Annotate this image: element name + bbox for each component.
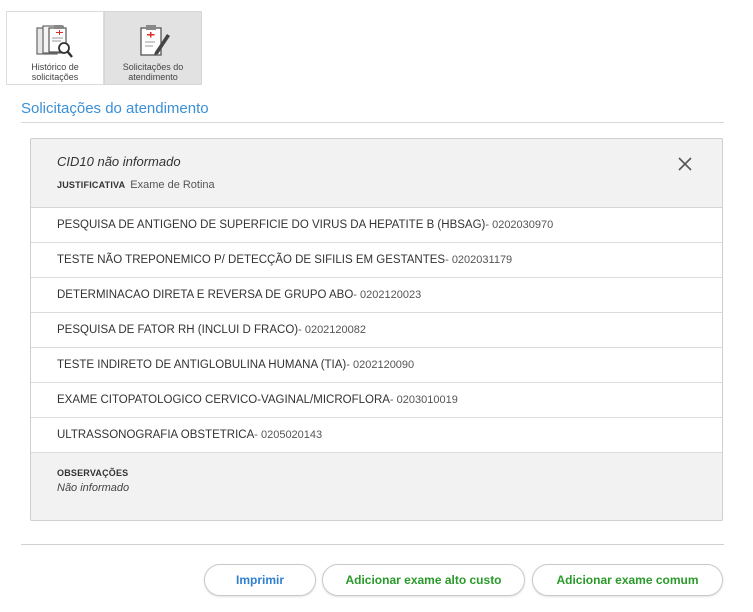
tab-solicitacoes-atendimento[interactable]: Solicitações do atendimento bbox=[104, 11, 202, 85]
footer-divider bbox=[21, 544, 724, 545]
exam-row: ULTRASSONOGRAFIA OBSTETRICA - 0205020143 bbox=[31, 418, 722, 453]
exam-name: ULTRASSONOGRAFIA OBSTETRICA bbox=[57, 429, 255, 441]
add-common-exam-button[interactable]: Adicionar exame comum bbox=[532, 564, 723, 596]
exam-row: TESTE NÃO TREPONEMICO P/ DETECÇÃO DE SIF… bbox=[31, 243, 722, 278]
justificativa: JUSTIFICATIVA Exame de Rotina bbox=[57, 179, 215, 191]
justificativa-value: Exame de Rotina bbox=[130, 179, 215, 191]
observacoes-label: OBSERVAÇÕES bbox=[57, 468, 129, 478]
exam-code: - 0202031179 bbox=[445, 254, 513, 266]
close-icon[interactable] bbox=[676, 155, 694, 173]
exam-row: PESQUISA DE FATOR RH (INCLUI D FRACO) - … bbox=[31, 313, 722, 348]
justificativa-label: JUSTIFICATIVA bbox=[57, 180, 126, 190]
exam-row: EXAME CITOPATOLOGICO CERVICO-VAGINAL/MIC… bbox=[31, 383, 722, 418]
exam-code: - 0202120090 bbox=[346, 359, 415, 371]
cid-text: CID10 não informado bbox=[57, 154, 181, 169]
print-button[interactable]: Imprimir bbox=[204, 564, 316, 596]
tab-bar: Histórico de solicitações Solicitações d… bbox=[6, 11, 202, 85]
exam-code: - 0202120023 bbox=[353, 289, 422, 301]
exam-row: DETERMINACAO DIRETA E REVERSA DE GRUPO A… bbox=[31, 278, 722, 313]
exam-name: TESTE NÃO TREPONEMICO P/ DETECÇÃO DE SIF… bbox=[57, 254, 446, 266]
observacoes: OBSERVAÇÕES Não informado bbox=[31, 453, 722, 509]
exam-name: EXAME CITOPATOLOGICO CERVICO-VAGINAL/MIC… bbox=[57, 394, 390, 406]
add-high-cost-exam-button[interactable]: Adicionar exame alto custo bbox=[322, 564, 525, 596]
section-divider bbox=[21, 122, 724, 123]
request-card: CID10 não informado JUSTIFICATIVA Exame d… bbox=[30, 138, 723, 521]
exam-code: - 0202030970 bbox=[485, 219, 554, 231]
tab-historico-solicitacoes[interactable]: Histórico de solicitações bbox=[6, 11, 104, 85]
exam-code: - 0203010019 bbox=[389, 394, 458, 406]
exam-code: - 0205020143 bbox=[254, 429, 323, 441]
section-title: Solicitações do atendimento bbox=[21, 100, 209, 117]
exam-name: PESQUISA DE ANTIGENO DE SUPERFICIE DO VI… bbox=[57, 219, 486, 231]
exam-name: TESTE INDIRETO DE ANTIGLOBULINA HUMANA (… bbox=[57, 359, 347, 371]
exam-row: TESTE INDIRETO DE ANTIGLOBULINA HUMANA (… bbox=[31, 348, 722, 383]
tab-historico-label: Histórico de solicitações bbox=[31, 62, 79, 82]
exam-name: DETERMINACAO DIRETA E REVERSA DE GRUPO A… bbox=[57, 289, 354, 301]
exam-name: PESQUISA DE FATOR RH (INCLUI D FRACO) bbox=[57, 324, 299, 336]
clipboard-search-icon bbox=[36, 25, 73, 58]
observacoes-value: Não informado bbox=[57, 482, 130, 494]
exam-list: PESQUISA DE ANTIGENO DE SUPERFICIE DO VI… bbox=[31, 208, 722, 453]
clipboard-edit-icon bbox=[140, 25, 170, 56]
exam-row: PESQUISA DE ANTIGENO DE SUPERFICIE DO VI… bbox=[31, 208, 722, 243]
exam-code: - 0202120082 bbox=[298, 324, 367, 336]
tab-solicitacoes-label: Solicitações do atendimento bbox=[122, 62, 184, 82]
card-header: CID10 não informado JUSTIFICATIVA Exame d… bbox=[31, 139, 722, 208]
